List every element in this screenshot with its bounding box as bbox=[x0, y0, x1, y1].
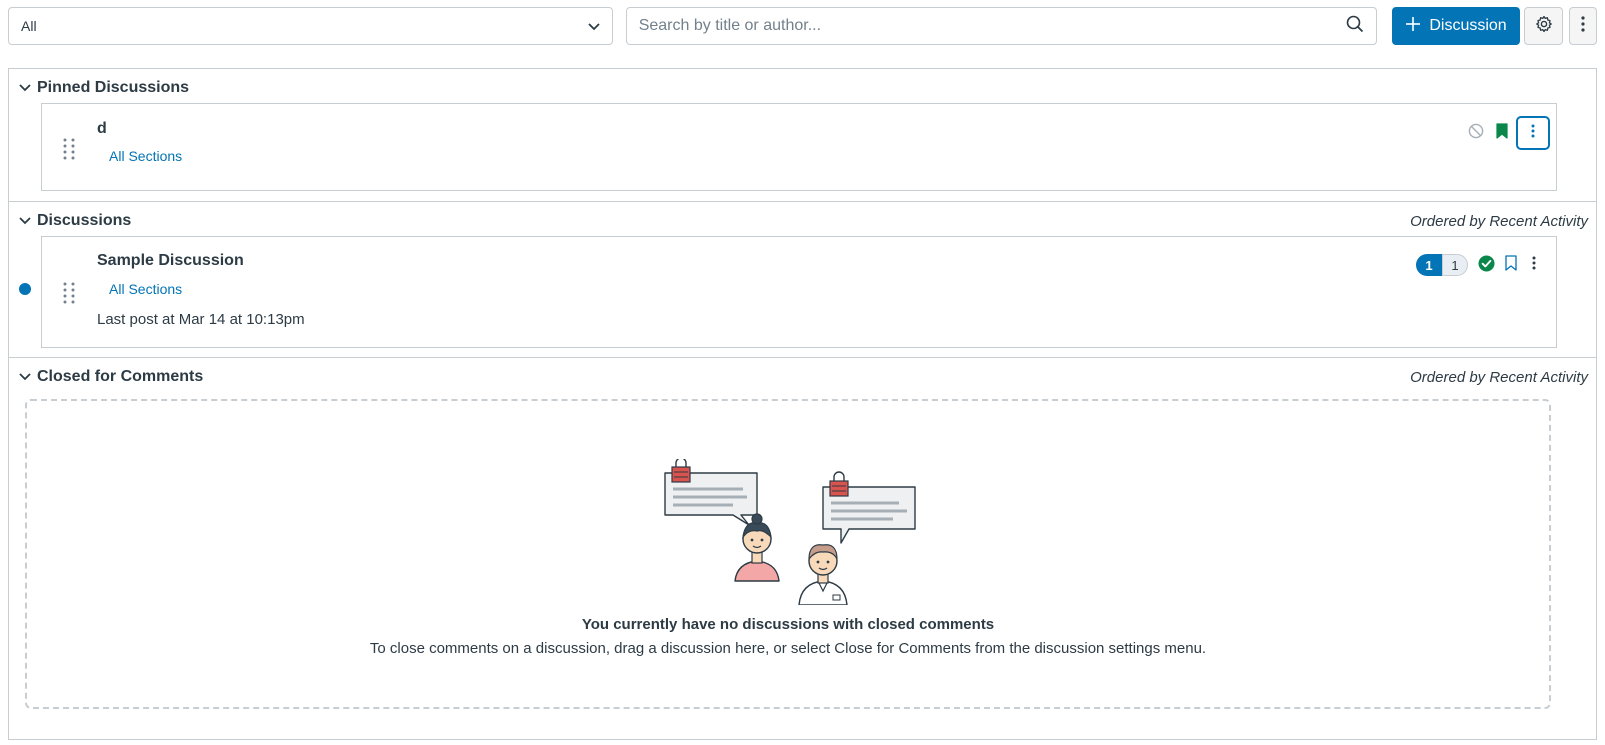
unread-count: 1 bbox=[1416, 254, 1442, 276]
discussions-container: Pinned Discussions d All Sections Discus… bbox=[8, 68, 1597, 740]
search-input[interactable]: Search by title or author... bbox=[625, 7, 1378, 45]
section-divider bbox=[9, 201, 1596, 202]
gear-icon bbox=[1535, 15, 1553, 37]
add-discussion-label: Discussion bbox=[1429, 17, 1507, 34]
more-options-button[interactable] bbox=[1569, 7, 1598, 45]
published-check-icon[interactable] bbox=[1478, 255, 1495, 276]
drag-handle-icon[interactable] bbox=[62, 137, 76, 161]
drag-handle-icon[interactable] bbox=[62, 281, 76, 305]
card-actions: 1 1 bbox=[1416, 254, 1550, 276]
card-actions bbox=[1468, 116, 1550, 150]
sections-link[interactable]: All Sections bbox=[109, 148, 182, 164]
discussions-section-header[interactable]: Discussions Ordered by Recent Activity bbox=[19, 210, 1588, 232]
ordered-label: Ordered by Recent Activity bbox=[1410, 368, 1588, 386]
discussion-title[interactable]: d bbox=[97, 120, 107, 138]
kebab-icon bbox=[1581, 16, 1585, 36]
reply-count-badge: 1 1 bbox=[1416, 254, 1468, 276]
section-divider bbox=[9, 357, 1596, 358]
discussion-menu-button[interactable] bbox=[1516, 116, 1550, 150]
empty-state-title: You currently have no discussions with c… bbox=[581, 616, 995, 633]
filter-select-value: All bbox=[21, 18, 37, 34]
chevron-down-icon bbox=[588, 18, 600, 34]
chevron-down-icon bbox=[19, 212, 31, 230]
bookmark-filled-icon[interactable] bbox=[1496, 123, 1508, 143]
unread-indicator bbox=[19, 283, 31, 295]
kebab-icon bbox=[1531, 124, 1535, 142]
pinned-discussion-card[interactable]: d All Sections bbox=[41, 103, 1557, 191]
plus-icon bbox=[1405, 16, 1421, 37]
discussions-toolbar: All Search by title or author... Discuss… bbox=[8, 7, 1598, 45]
closed-section-header[interactable]: Closed for Comments Ordered by Recent Ac… bbox=[19, 366, 1588, 388]
discussion-title[interactable]: Sample Discussion bbox=[97, 252, 244, 270]
closed-section-title: Closed for Comments bbox=[37, 368, 204, 385]
closed-comments-illustration bbox=[664, 459, 916, 605]
settings-button[interactable] bbox=[1524, 7, 1564, 45]
unpublished-icon[interactable] bbox=[1468, 123, 1484, 143]
discussions-section-title: Discussions bbox=[37, 212, 132, 229]
empty-state-description: To close comments on a discussion, drag … bbox=[369, 640, 1207, 657]
bookmark-outline-icon[interactable] bbox=[1505, 255, 1517, 275]
add-discussion-button[interactable]: Discussion bbox=[1392, 7, 1521, 45]
closed-drop-zone[interactable]: You currently have no discussions with c… bbox=[25, 399, 1551, 709]
search-placeholder: Search by title or author... bbox=[638, 17, 822, 34]
chevron-down-icon bbox=[19, 79, 31, 97]
filter-select[interactable]: All bbox=[8, 7, 613, 45]
discussion-card[interactable]: Sample Discussion All Sections Last post… bbox=[41, 236, 1557, 348]
pinned-section-title: Pinned Discussions bbox=[37, 79, 190, 96]
chevron-down-icon bbox=[19, 368, 31, 386]
search-icon bbox=[1346, 15, 1364, 37]
pinned-section-header[interactable]: Pinned Discussions bbox=[19, 77, 1588, 99]
ordered-label: Ordered by Recent Activity bbox=[1410, 212, 1588, 230]
last-post-text: Last post at Mar 14 at 10:13pm bbox=[97, 311, 305, 328]
kebab-icon[interactable] bbox=[1532, 256, 1536, 274]
total-count: 1 bbox=[1442, 254, 1468, 276]
sections-link[interactable]: All Sections bbox=[109, 281, 182, 297]
